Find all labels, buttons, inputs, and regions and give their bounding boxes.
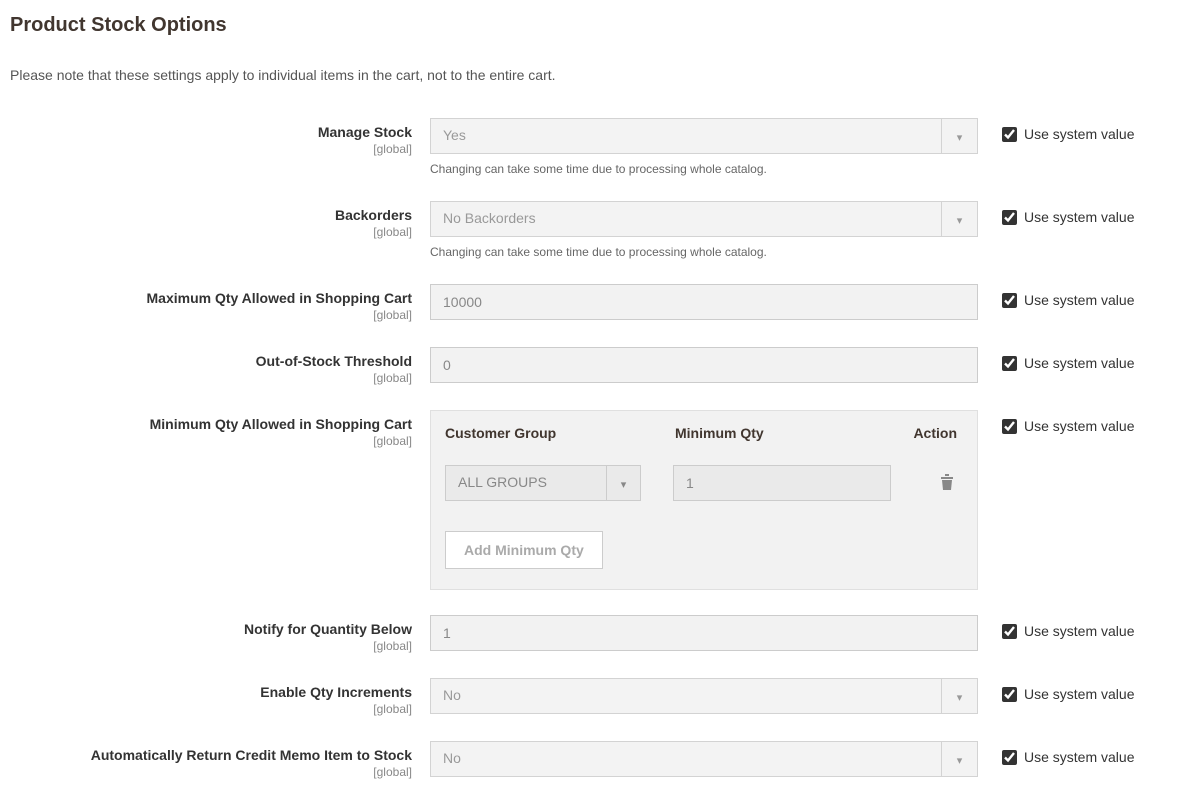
checkbox-sys-qty-increments[interactable] [1002, 687, 1017, 702]
row-min-qty: Minimum Qty Allowed in Shopping Cart [gl… [10, 410, 1175, 590]
row-backorders: Backorders [global] No Backorders Changi… [10, 201, 1175, 259]
chevron-down-icon [941, 679, 977, 713]
label-min-qty: Minimum Qty Allowed in Shopping Cart [150, 416, 412, 432]
add-minimum-qty-button[interactable]: Add Minimum Qty [445, 531, 603, 569]
checkbox-sys-max-qty[interactable] [1002, 293, 1017, 308]
scope-auto-return: [global] [10, 765, 412, 779]
label-sys-auto-return: Use system value [1024, 749, 1134, 765]
label-sys-notify-below: Use system value [1024, 623, 1134, 639]
select-qty-increments-value: No [431, 679, 941, 713]
label-backorders: Backorders [335, 207, 412, 223]
select-manage-stock-value: Yes [431, 119, 941, 153]
header-customer-group: Customer Group [445, 425, 655, 441]
row-qty-increments: Enable Qty Increments [global] No Use sy… [10, 678, 1175, 716]
chevron-down-icon [606, 466, 640, 500]
row-auto-return: Automatically Return Credit Memo Item to… [10, 741, 1175, 779]
row-manage-stock: Manage Stock [global] Yes Changing can t… [10, 118, 1175, 176]
min-qty-row: ALL GROUPS [445, 465, 963, 501]
input-oos-threshold[interactable] [430, 347, 978, 383]
scope-manage-stock: [global] [10, 142, 412, 156]
scope-min-qty: [global] [10, 434, 412, 448]
select-auto-return[interactable]: No [430, 741, 978, 777]
row-max-qty: Maximum Qty Allowed in Shopping Cart [gl… [10, 284, 1175, 322]
label-max-qty: Maximum Qty Allowed in Shopping Cart [147, 290, 413, 306]
label-qty-increments: Enable Qty Increments [260, 684, 412, 700]
checkbox-sys-min-qty[interactable] [1002, 419, 1017, 434]
scope-max-qty: [global] [10, 308, 412, 322]
scope-oos-threshold: [global] [10, 371, 412, 385]
note-manage-stock: Changing can take some time due to proce… [430, 162, 978, 176]
checkbox-sys-notify-below[interactable] [1002, 624, 1017, 639]
checkbox-sys-manage-stock[interactable] [1002, 127, 1017, 142]
select-customer-group-value: ALL GROUPS [446, 466, 606, 500]
header-action: Action [855, 425, 963, 441]
label-sys-backorders: Use system value [1024, 209, 1134, 225]
label-auto-return: Automatically Return Credit Memo Item to… [91, 747, 412, 763]
select-backorders[interactable]: No Backorders [430, 201, 978, 237]
input-max-qty[interactable] [430, 284, 978, 320]
note-backorders: Changing can take some time due to proce… [430, 245, 978, 259]
label-sys-max-qty: Use system value [1024, 292, 1134, 308]
label-sys-qty-increments: Use system value [1024, 686, 1134, 702]
checkbox-sys-oos-threshold[interactable] [1002, 356, 1017, 371]
scope-qty-increments: [global] [10, 702, 412, 716]
input-min-qty-value[interactable] [673, 465, 891, 501]
checkbox-sys-auto-return[interactable] [1002, 750, 1017, 765]
select-backorders-value: No Backorders [431, 202, 941, 236]
checkbox-sys-backorders[interactable] [1002, 210, 1017, 225]
label-sys-manage-stock: Use system value [1024, 126, 1134, 142]
chevron-down-icon [941, 202, 977, 236]
section-note: Please note that these settings apply to… [10, 67, 1175, 83]
min-qty-block: Customer Group Minimum Qty Action ALL GR… [430, 410, 978, 590]
chevron-down-icon [941, 119, 977, 153]
row-notify-below: Notify for Quantity Below [global] Use s… [10, 615, 1175, 653]
label-sys-oos-threshold: Use system value [1024, 355, 1134, 371]
label-oos-threshold: Out-of-Stock Threshold [256, 353, 412, 369]
label-sys-min-qty: Use system value [1024, 418, 1134, 434]
header-minimum-qty: Minimum Qty [655, 425, 855, 441]
section-title: Product Stock Options [10, 14, 1175, 37]
label-manage-stock: Manage Stock [318, 124, 412, 140]
row-oos-threshold: Out-of-Stock Threshold [global] Use syst… [10, 347, 1175, 385]
scope-backorders: [global] [10, 225, 412, 239]
input-notify-below[interactable] [430, 615, 978, 651]
select-auto-return-value: No [431, 742, 941, 776]
select-qty-increments[interactable]: No [430, 678, 978, 714]
label-notify-below: Notify for Quantity Below [244, 621, 412, 637]
select-manage-stock[interactable]: Yes [430, 118, 978, 154]
chevron-down-icon [941, 742, 977, 776]
scope-notify-below: [global] [10, 639, 412, 653]
select-customer-group[interactable]: ALL GROUPS [445, 465, 641, 501]
trash-icon[interactable] [939, 473, 955, 494]
